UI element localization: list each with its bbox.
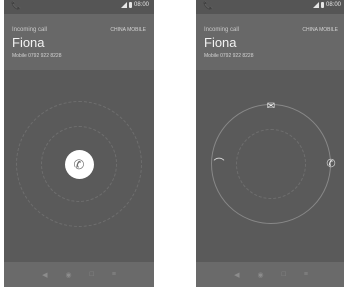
square-icon[interactable]: □ [282,271,286,278]
battery-icon [320,2,324,8]
phone-icon: 📞 [203,1,213,10]
accept-button[interactable]: ✆ [323,156,339,172]
carrier-label: CHINA MOBILE [302,27,338,33]
message-icon: ✉ [266,101,276,112]
phone-icon: ✆ [326,157,336,170]
incoming-call-screen-idle: 📞 08:00 Incoming call CHINA MOBILE Fiona… [4,0,154,287]
square-icon[interactable]: □ [90,271,94,278]
caller-number: Mobile 0792 922 8228 [12,53,62,59]
signal-icon [312,2,319,8]
status-time: 08:00 [133,2,149,8]
call-status-label: Incoming call [12,27,48,33]
caller-header: Incoming call CHINA MOBILE Fiona Mobile … [196,14,344,70]
settings-icon[interactable]: ◉ [65,271,71,279]
call-status-label: Incoming call [204,27,240,33]
volume-icon[interactable]: ◀ [234,271,239,279]
phone-icon: 📞 [11,1,21,10]
caller-number: Mobile 0792 922 8228 [204,53,254,59]
call-body: ✉ ⌒ ✆ [196,70,344,262]
call-body: ✆ [4,70,154,262]
incoming-call-screen-active: 📞 08:00 Incoming call CHINA MOBILE Fiona… [196,0,344,287]
message-button[interactable]: ✉ [263,99,279,115]
answer-button[interactable]: ✆ [64,149,94,179]
status-bar: 📞 08:00 [196,0,344,14]
settings-icon[interactable]: ◉ [257,271,263,279]
caller-header: Incoming call CHINA MOBILE Fiona Mobile … [4,14,154,70]
carrier-label: CHINA MOBILE [110,27,146,33]
ring-inner [236,129,306,199]
hang-up-icon: ⌒ [213,157,225,170]
decline-button[interactable]: ⌒ [211,156,227,172]
nav-bar: ◀ ◉ □ ≡ [196,262,344,287]
caller-name: Fiona [204,35,237,50]
menu-icon[interactable]: ≡ [304,271,308,278]
signal-icon [120,2,127,8]
menu-icon[interactable]: ≡ [112,271,116,278]
nav-bar: ◀ ◉ □ ≡ [4,262,154,287]
status-bar: 📞 08:00 [4,0,154,14]
volume-icon[interactable]: ◀ [42,271,47,279]
status-time: 08:00 [325,2,341,8]
phone-icon: ✆ [73,156,85,172]
battery-icon [128,2,132,8]
caller-name: Fiona [12,35,45,50]
